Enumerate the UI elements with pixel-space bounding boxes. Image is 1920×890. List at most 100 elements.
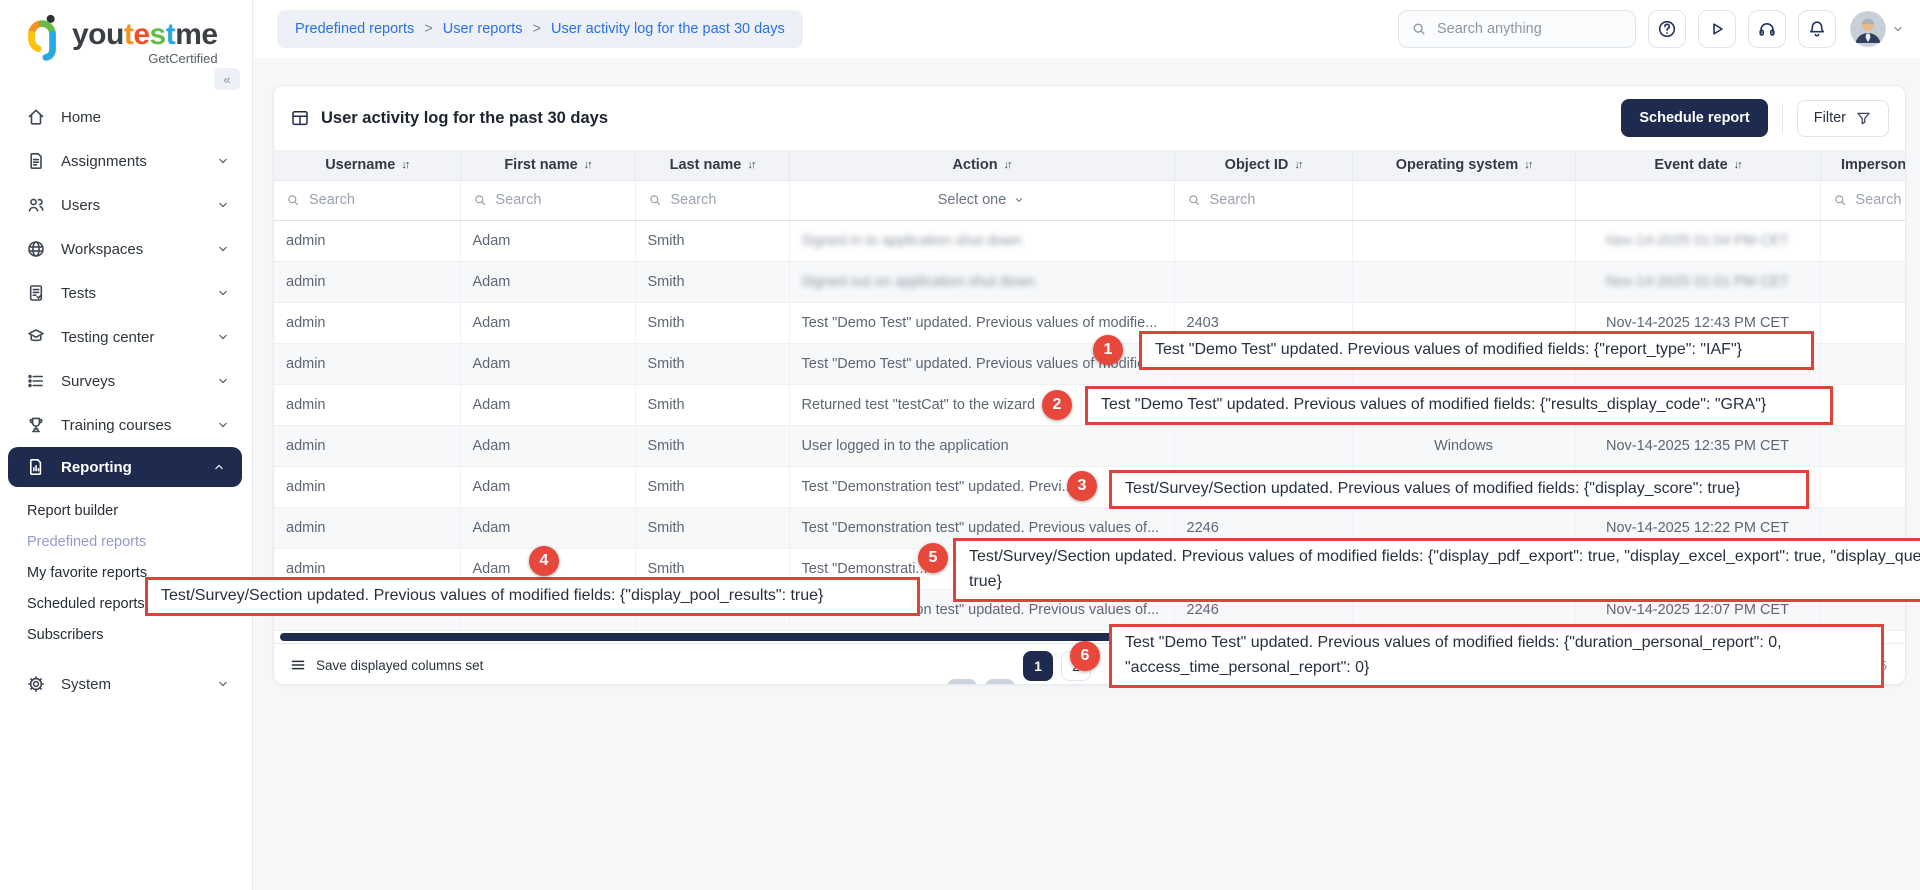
- column-label: Last name: [670, 157, 742, 173]
- table-header-row: Username↓↑First name↓↑Last name↓↑Action↓…: [274, 150, 1905, 180]
- filter-cell-first-name: [460, 180, 635, 220]
- cell-text: admin: [286, 561, 326, 577]
- column-search-input[interactable]: [671, 192, 784, 208]
- cell-text: Adam: [473, 479, 511, 495]
- search-icon: [648, 193, 663, 208]
- cell-text: Test "Demonstration test" updated. Previ…: [802, 479, 1074, 495]
- breadcrumb-link-0[interactable]: Predefined reports: [295, 21, 414, 37]
- column-header-event-date[interactable]: Event date ↓↑: [1575, 150, 1820, 180]
- column-header-operating-system[interactable]: Operating system↓↑: [1352, 150, 1575, 180]
- breadcrumb-link-1[interactable]: User reports: [443, 21, 523, 37]
- notifications-button[interactable]: [1798, 10, 1836, 48]
- cell-object_id: [1174, 220, 1352, 261]
- annotation-text: Test/Survey/Section updated. Previous va…: [161, 584, 823, 609]
- column-search-input[interactable]: [1210, 192, 1342, 208]
- cell-text: Smith: [648, 315, 685, 331]
- help-button[interactable]: [1648, 10, 1686, 48]
- cell-text: Nov-14-2025 01:04 PM CET: [1606, 233, 1789, 249]
- sidebar-item-system[interactable]: System: [0, 662, 252, 706]
- cell-text: Smith: [648, 356, 685, 372]
- sort-icon[interactable]: ↓↑: [584, 159, 591, 171]
- sidebar-item-home[interactable]: Home: [0, 95, 252, 139]
- cell-first_name: Adam: [460, 425, 635, 466]
- sidebar-item-assignments[interactable]: Assignments: [0, 139, 252, 183]
- app-logo[interactable]: youtestme GetCertified: [0, 0, 252, 67]
- column-header-last-name[interactable]: Last name ↓↑: [635, 150, 789, 180]
- column-search-last-name[interactable]: [636, 192, 789, 208]
- sidebar-item-report-builder[interactable]: Report builder: [0, 495, 252, 526]
- sidebar-item-subscribers[interactable]: Subscribers: [0, 619, 252, 650]
- sidebar-item-label: Workspaces: [61, 241, 143, 258]
- cell-username: admin: [274, 507, 460, 548]
- column-search-input[interactable]: [496, 192, 626, 208]
- search-icon: [1833, 193, 1848, 208]
- save-columns-button[interactable]: Save displayed columns set: [290, 657, 483, 673]
- column-header-impersonated[interactable]: Impersonated↓↑: [1820, 150, 1905, 180]
- column-search-input[interactable]: [309, 192, 448, 208]
- column-header-username[interactable]: Username ↓↑: [274, 150, 460, 180]
- column-search-first-name[interactable]: [461, 192, 635, 208]
- chevron-up-icon: [212, 460, 226, 474]
- column-search-object-id[interactable]: [1175, 192, 1352, 208]
- cell-os: [1352, 220, 1575, 261]
- column-header-first-name[interactable]: First name↓↑: [460, 150, 635, 180]
- column-search-username[interactable]: [274, 192, 460, 208]
- profile-menu-chevron-icon[interactable]: [1892, 23, 1904, 35]
- annotation-text: Test/Survey/Section updated. Previous va…: [1125, 477, 1740, 502]
- filter-button[interactable]: Filter: [1797, 100, 1889, 137]
- main-area: Predefined reports>User reports>User act…: [253, 0, 1920, 890]
- column-label: Username: [325, 157, 395, 173]
- sidebar-item-users[interactable]: Users: [0, 183, 252, 227]
- column-search-impersonated[interactable]: [1821, 192, 1906, 208]
- sidebar-collapse-button[interactable]: «: [214, 68, 240, 90]
- table-row[interactable]: adminAdamSmithSigned in to application s…: [274, 220, 1905, 261]
- sidebar-item-predefined-reports[interactable]: Predefined reports: [0, 526, 252, 557]
- sort-icon[interactable]: ↓↑: [401, 159, 408, 171]
- pagination-page-1[interactable]: 1: [1023, 651, 1053, 681]
- support-button[interactable]: [1748, 10, 1786, 48]
- pagination-prev-button[interactable]: ‹: [985, 679, 1015, 686]
- cell-username: admin: [274, 425, 460, 466]
- workspaces-icon: [26, 239, 46, 259]
- sort-icon[interactable]: ↓↑: [1294, 159, 1301, 171]
- search-icon: [1411, 21, 1428, 38]
- column-label: Event date: [1654, 157, 1727, 173]
- sort-icon[interactable]: ↓↑: [1004, 159, 1011, 171]
- annotation-number-5: 5: [918, 543, 948, 573]
- sidebar-item-training-courses[interactable]: Training courses: [0, 403, 252, 447]
- schedule-report-button[interactable]: Schedule report: [1621, 99, 1767, 137]
- cell-action: Signed in to application shut down: [789, 220, 1174, 261]
- sidebar-item-tests[interactable]: Tests: [0, 271, 252, 315]
- global-search-input[interactable]: [1437, 21, 1623, 37]
- sidebar-item-testing-center[interactable]: Testing center: [0, 315, 252, 359]
- column-header-object-id[interactable]: Object ID↓↑: [1174, 150, 1352, 180]
- cell-object_id: [1174, 425, 1352, 466]
- pagination-first-button[interactable]: «: [947, 679, 977, 686]
- column-header-action[interactable]: Action↓↑: [789, 150, 1174, 180]
- sort-icon[interactable]: ↓↑: [1524, 159, 1531, 171]
- global-search[interactable]: [1398, 10, 1636, 48]
- action-filter-select[interactable]: Select one: [790, 192, 1174, 208]
- cell-text: admin: [286, 315, 326, 331]
- surveys-icon: [26, 371, 46, 391]
- table-row[interactable]: adminAdamSmithUser logged in to the appl…: [274, 425, 1905, 466]
- table-row[interactable]: adminAdamSmithSigned out on application …: [274, 261, 1905, 302]
- sidebar-item-reporting[interactable]: Reporting: [8, 447, 242, 487]
- chevron-down-icon: [216, 154, 230, 168]
- column-search-input[interactable]: [1856, 192, 1906, 208]
- sidebar-item-workspaces[interactable]: Workspaces: [0, 227, 252, 271]
- annotation-text: Test "Demo Test" updated. Previous value…: [1101, 393, 1766, 418]
- breadcrumb-link-2[interactable]: User activity log for the past 30 days: [551, 21, 785, 37]
- cell-impersonated: [1820, 466, 1905, 507]
- sidebar-item-label: Surveys: [61, 373, 115, 390]
- logo-segment: s: [150, 18, 166, 51]
- video-tutorial-button[interactable]: [1698, 10, 1736, 48]
- search-icon: [1187, 193, 1202, 208]
- sort-icon[interactable]: ↓↑: [1734, 159, 1741, 171]
- sidebar-item-surveys[interactable]: Surveys: [0, 359, 252, 403]
- cell-last_name: Smith: [635, 507, 789, 548]
- user-avatar[interactable]: [1850, 11, 1886, 47]
- sort-icon[interactable]: ↓↑: [747, 159, 754, 171]
- cell-text: 2246: [1187, 602, 1219, 618]
- cell-text: Adam: [473, 397, 511, 413]
